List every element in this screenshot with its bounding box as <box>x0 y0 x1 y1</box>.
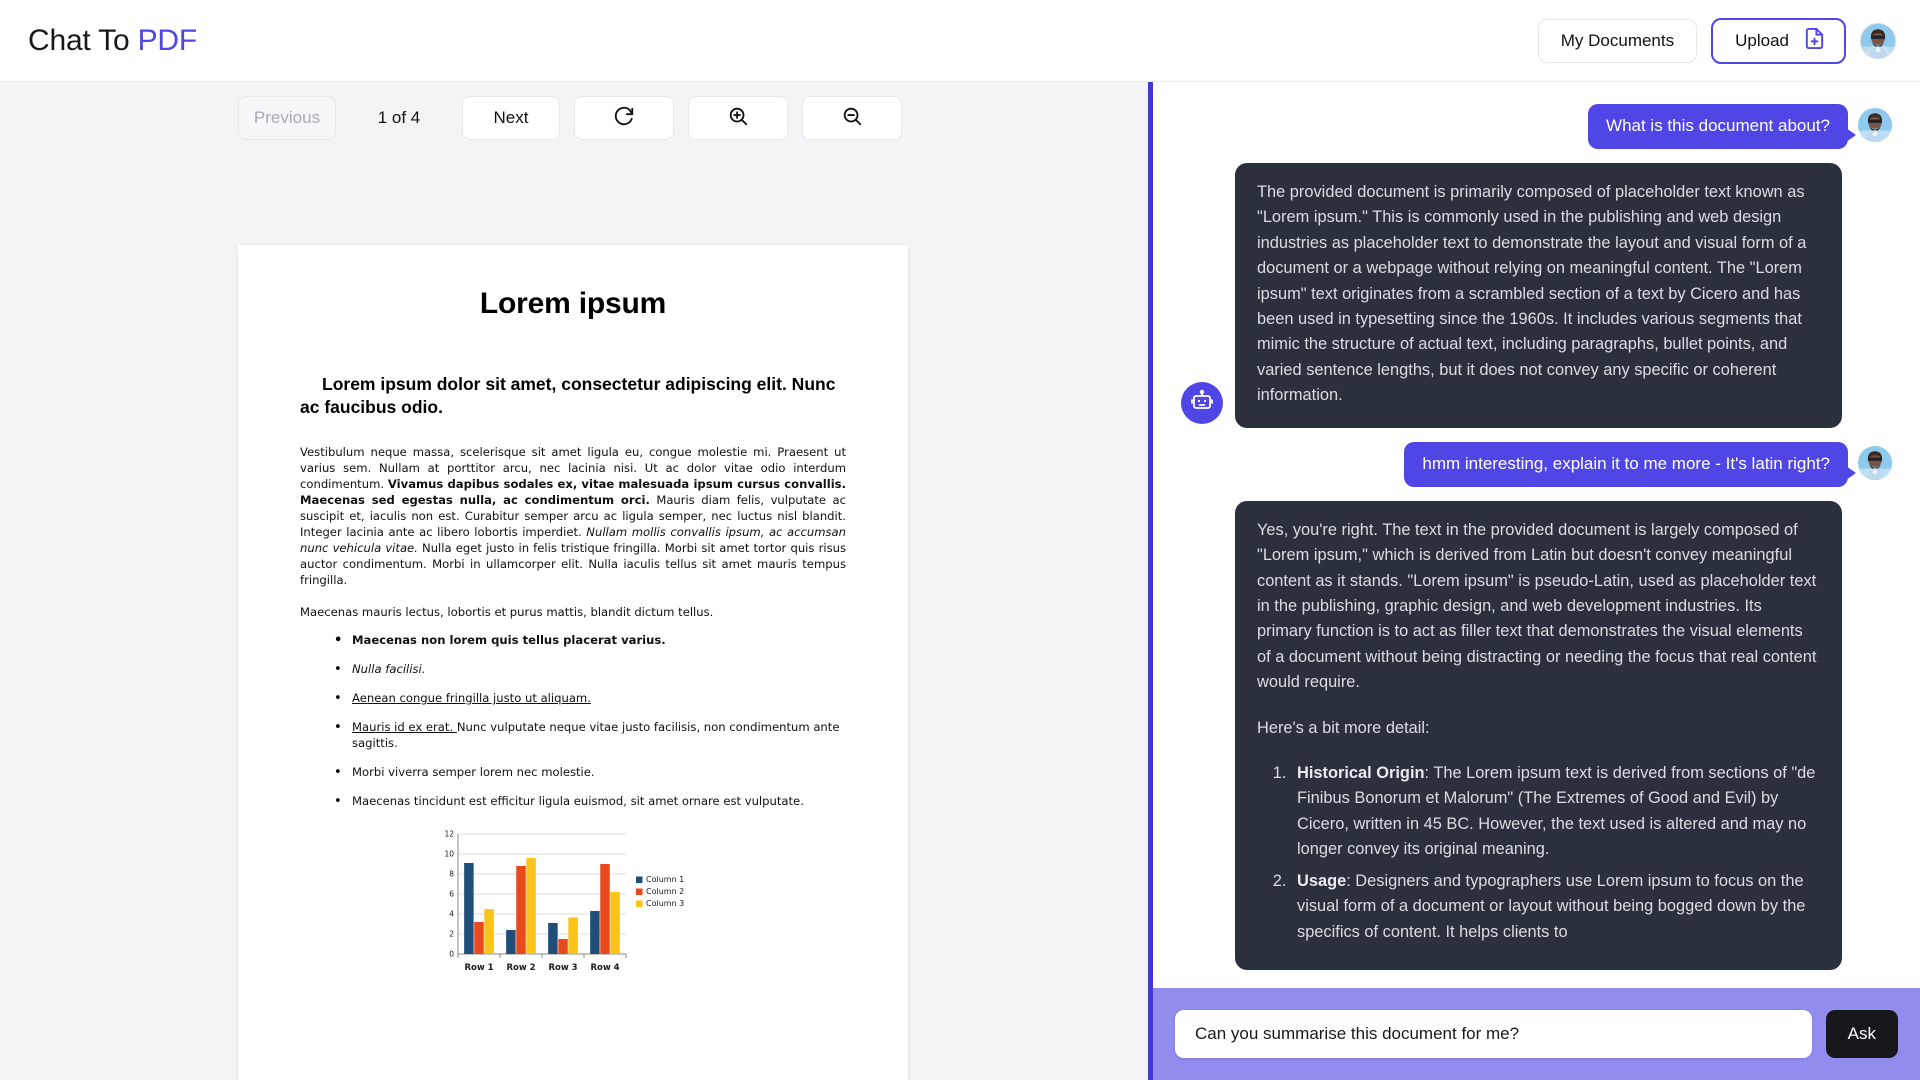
ask-button[interactable]: Ask <box>1825 1010 1898 1058</box>
app-brand: Chat To PDF <box>28 24 197 58</box>
list-item: Maecenas non lorem quis tellus placerat … <box>334 632 846 650</box>
brand-main: Chat To <box>28 23 138 57</box>
list-item: Usage: Designers and typographers use Lo… <box>1291 869 1820 945</box>
document-paragraph-2: Maecenas mauris lectus, lobortis et puru… <box>300 605 714 620</box>
chat-panel: What is this document about? The provide… <box>1153 82 1920 1080</box>
list-item: Historical Origin: The Lorem ipsum text … <box>1291 761 1820 863</box>
user-avatar <box>1858 108 1892 142</box>
previous-page-button[interactable]: Previous <box>238 96 336 140</box>
my-documents-button[interactable]: My Documents <box>1537 18 1698 63</box>
list-item: Mauris id ex erat. Nunc vulputate neque … <box>334 719 846 752</box>
header-actions: My Documents Upload <box>1537 17 1896 64</box>
rotate-button[interactable] <box>574 96 674 140</box>
next-page-button[interactable]: Next <box>462 96 560 140</box>
chat-row-user: hmm interesting, explain it to me more -… <box>1181 441 1892 487</box>
svg-text:Row 4: Row 4 <box>590 963 619 973</box>
upload-button[interactable]: Upload <box>1711 17 1846 64</box>
user-avatar-header[interactable] <box>1860 22 1896 59</box>
list-item-rest: : Designers and typographers use Lorem i… <box>1297 871 1806 941</box>
embedded-bar-chart: 0 2 4 6 8 10 12 Row 1 Row 2 Row 3 Row 4 Column 1 Col… <box>430 828 716 983</box>
svg-text:2: 2 <box>449 930 454 939</box>
zoom-in-button[interactable] <box>688 96 788 140</box>
svg-text:Column 2: Column 2 <box>646 887 684 896</box>
bot-detail-intro: Here's a bit more detail: <box>1257 718 1430 737</box>
bot-avatar <box>1181 381 1223 424</box>
user-message-bubble: hmm interesting, explain it to me more -… <box>1404 441 1856 487</box>
upload-button-label: Upload <box>1735 30 1789 50</box>
bot-message-bubble: The provided document is primarily compo… <box>1235 162 1842 428</box>
list-item: Aenean congue fringilla justo ut aliquam… <box>334 690 846 708</box>
pdf-page: Lorem ipsum Lorem ipsum dolor sit amet, … <box>238 245 908 1080</box>
list-item: Morbi viverra semper lorem nec molestie. <box>334 764 846 782</box>
svg-text:Row 1: Row 1 <box>464 963 493 973</box>
list-item-lead: Usage <box>1297 871 1347 890</box>
bot-message-text: The provided document is primarily compo… <box>1257 182 1807 405</box>
rotate-cw-icon <box>613 105 635 132</box>
user-avatar <box>1858 445 1892 480</box>
pdf-toolbar: Previous 1 of 4 Next <box>0 82 1148 140</box>
svg-text:Column 1: Column 1 <box>646 875 684 884</box>
svg-text:Column 3: Column 3 <box>646 899 684 908</box>
chat-row-bot: The provided document is primarily compo… <box>1181 162 1892 428</box>
bot-message-text: Yes, you're right. The text in the provi… <box>1257 520 1817 692</box>
pdf-viewer-panel: Previous 1 of 4 Next Lorem ipsum Lorem i… <box>0 82 1148 1080</box>
chat-row-user: What is this document about? <box>1181 104 1892 149</box>
user-message-bubble: What is this document about? <box>1588 104 1856 149</box>
chat-message-list[interactable]: What is this document about? The provide… <box>1153 82 1920 1080</box>
chat-composer: Ask <box>1153 988 1920 1080</box>
document-title: Lorem ipsum <box>479 287 667 320</box>
list-item-underlined-lead: Mauris id ex erat. <box>352 719 457 734</box>
zoom-out-icon <box>841 105 863 132</box>
bot-message-bubble: Yes, you're right. The text in the provi… <box>1235 500 1842 970</box>
page-indicator: 1 of 4 <box>377 108 421 127</box>
chat-row-bot: Yes, you're right. The text in the provi… <box>1181 500 1892 970</box>
svg-text:8: 8 <box>449 870 454 879</box>
svg-text:4: 4 <box>449 910 454 919</box>
svg-text:Row 3: Row 3 <box>548 963 577 973</box>
zoom-in-icon <box>727 105 749 132</box>
chat-input[interactable] <box>1175 1010 1812 1058</box>
bot-numbered-list: Historical Origin: The Lorem ipsum text … <box>1291 761 1820 945</box>
list-item: Maecenas tincidunt est efficitur ligula … <box>334 793 846 811</box>
list-item-lead: Historical Origin <box>1297 764 1425 783</box>
brand-accent: PDF <box>137 23 198 57</box>
robot-icon <box>1190 388 1214 417</box>
zoom-out-button[interactable] <box>802 96 902 140</box>
svg-text:12: 12 <box>444 830 454 839</box>
panel-divider[interactable] <box>1148 82 1153 1080</box>
document-paragraph-1: Vestibulum neque massa, scelerisque sit … <box>300 445 846 589</box>
svg-text:10: 10 <box>444 850 454 859</box>
svg-text:6: 6 <box>449 890 454 899</box>
document-subtitle: Lorem ipsum dolor sit amet, consectetur … <box>300 374 836 418</box>
document-bullet-list: Maecenas non lorem quis tellus placerat … <box>334 632 846 811</box>
file-plus-icon <box>1803 27 1826 55</box>
list-item: Nulla facilisi. <box>334 661 846 679</box>
svg-text:0: 0 <box>449 950 454 959</box>
svg-text:Row 2: Row 2 <box>506 963 535 973</box>
app-header: Chat To PDF My Documents Upload <box>0 0 1920 82</box>
